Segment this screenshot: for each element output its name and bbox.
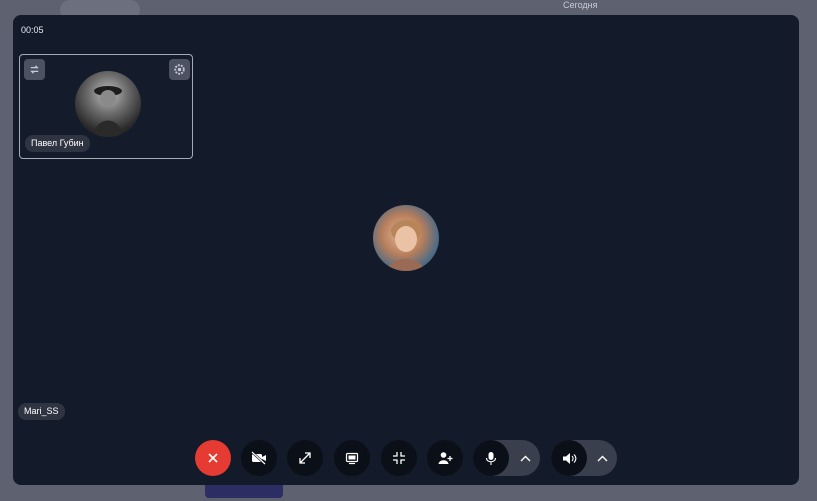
remote-name-label: Mari_SS [18, 403, 65, 420]
switch-camera-button[interactable] [24, 59, 45, 80]
collapse-icon [393, 452, 405, 464]
chevron-up-icon [597, 455, 607, 461]
microphone-menu-button[interactable] [510, 440, 540, 476]
add-user-icon [438, 452, 452, 464]
switch-camera-icon [30, 65, 39, 74]
screen-icon [345, 452, 359, 465]
self-view-panel[interactable]: Павел Губин [19, 54, 193, 159]
speaker-icon [562, 452, 576, 464]
chevron-up-icon [520, 455, 530, 461]
hang-up-button[interactable] [195, 440, 231, 476]
camera-toggle-button[interactable] [241, 440, 277, 476]
microphone-icon [485, 451, 497, 465]
video-off-icon [251, 451, 266, 465]
settings-button[interactable] [169, 59, 190, 80]
close-icon [208, 453, 218, 463]
minimize-button[interactable] [381, 440, 417, 476]
background-header-text: Сегодня [563, 0, 598, 10]
microphone-button[interactable] [473, 440, 509, 476]
speaker-menu-button[interactable] [587, 440, 617, 476]
speaker-button[interactable] [551, 440, 587, 476]
screen-share-button[interactable] [334, 440, 370, 476]
fullscreen-button[interactable] [287, 440, 323, 476]
microphone-control-group [473, 440, 540, 476]
self-avatar [75, 71, 141, 137]
gear-icon [174, 64, 185, 75]
remote-avatar [373, 205, 439, 271]
call-timer: 00:05 [21, 25, 44, 35]
speaker-control-group [551, 440, 617, 476]
add-participant-button[interactable] [427, 440, 463, 476]
call-window: 00:05 Павел Губин Mari_SS [13, 15, 799, 485]
expand-icon [299, 452, 311, 464]
self-name-label: Павел Губин [25, 135, 90, 152]
